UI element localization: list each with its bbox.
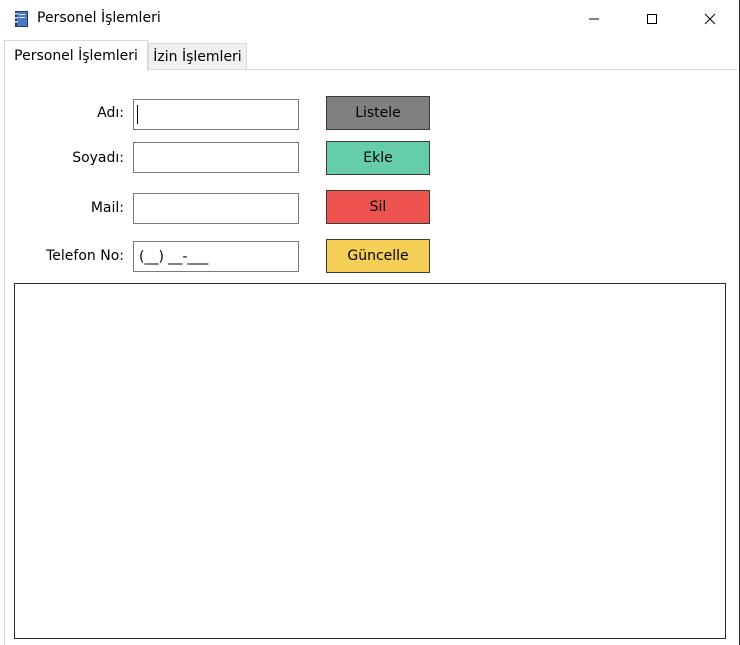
surname-field[interactable] xyxy=(133,142,299,173)
main-window: Personel İşlemleri Personel İşlemleri İz… xyxy=(0,0,740,645)
surname-label: Soyadı: xyxy=(72,150,124,166)
minimize-icon xyxy=(589,18,599,20)
mail-field[interactable] xyxy=(133,193,299,224)
delete-button[interactable]: Sil xyxy=(326,190,430,224)
text-caret xyxy=(137,105,138,124)
minimize-button[interactable] xyxy=(565,0,623,38)
tab-personel-islemleri[interactable]: Personel İşlemleri xyxy=(4,40,148,71)
phone-label: Telefon No: xyxy=(46,248,124,264)
tab-izin-islemleri[interactable]: İzin İşlemleri xyxy=(148,43,247,69)
name-label: Adı: xyxy=(97,105,124,121)
phone-field[interactable] xyxy=(133,241,299,272)
title-bar[interactable]: Personel İşlemleri xyxy=(0,0,739,38)
maximize-icon xyxy=(647,14,657,24)
window-title: Personel İşlemleri xyxy=(37,10,161,26)
name-field[interactable] xyxy=(133,99,299,130)
list-button[interactable]: Listele xyxy=(326,96,430,130)
add-button[interactable]: Ekle xyxy=(326,141,430,175)
close-button[interactable] xyxy=(681,0,739,38)
maximize-button[interactable] xyxy=(623,0,681,38)
personnel-data-grid[interactable] xyxy=(14,283,726,639)
close-icon xyxy=(704,13,716,25)
notebook-icon xyxy=(15,11,28,27)
mail-label: Mail: xyxy=(90,200,124,216)
update-button[interactable]: Güncelle xyxy=(326,239,430,273)
